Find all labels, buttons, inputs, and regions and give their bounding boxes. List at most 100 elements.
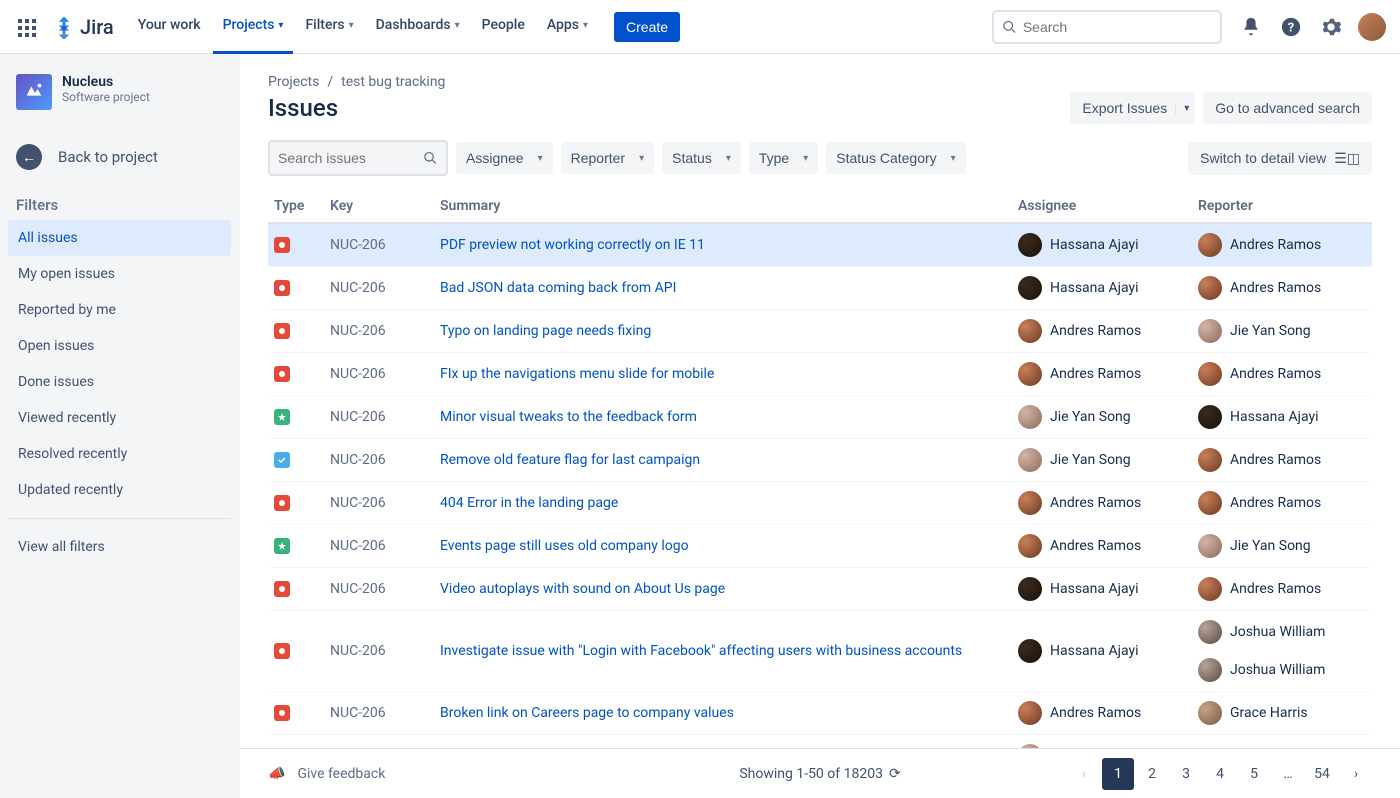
page-1[interactable]: 1 [1102,758,1134,790]
filter-dropdown-status-category[interactable]: Status Category▾ [826,142,965,174]
cell-key[interactable]: NUC-206 [324,735,434,749]
filter-dropdown-status[interactable]: Status▾ [662,142,741,174]
switch-view-button[interactable]: Switch to detail view ☰◫ [1188,142,1372,175]
cell-key[interactable]: NUC-206 [324,396,434,439]
issue-row[interactable]: NUC-206 Video autoplays with sound on Ab… [268,568,1372,611]
issue-row[interactable]: NUC-206 FIx up the navigations menu slid… [268,353,1372,396]
person[interactable]: Hassana Ajayi [1018,577,1186,601]
page-54[interactable]: 54 [1306,758,1338,790]
issue-summary-link[interactable]: Minor visual tweaks to the feedback form [440,409,697,425]
create-button[interactable]: Create [614,12,680,42]
issue-row[interactable]: NUC-206 Investigate issue with "Login wi… [268,611,1372,692]
person[interactable]: Andres Ramos [1198,233,1366,257]
person[interactable]: Grace Harris [1198,701,1366,725]
cell-key[interactable]: NUC-206 [324,439,434,482]
issue-summary-link[interactable]: Broken link on Careers page to company v… [440,705,734,721]
filter-dropdown-assignee[interactable]: Assignee▾ [456,142,553,174]
issue-row[interactable]: NUC-206 404 Error in the landing page An… [268,482,1372,525]
person[interactable]: Andres Ramos [1198,448,1366,472]
issue-summary-link[interactable]: Bad JSON data coming back from API [440,280,676,296]
page-2[interactable]: 2 [1136,758,1168,790]
person[interactable]: Andres Ramos [1018,362,1186,386]
issue-row[interactable]: NUC-206 Typo on landing page needs fixin… [268,310,1372,353]
col-head-key[interactable]: Key [324,190,434,223]
filter-dropdown-type[interactable]: Type▾ [749,142,818,174]
person[interactable]: Andres Ramos [1198,577,1366,601]
cell-key[interactable]: NUC-206 [324,223,434,267]
issue-row[interactable]: NUC-206 Force SSL on any page that conta… [268,735,1372,749]
issue-row[interactable]: NUC-206 Minor visual tweaks to the feedb… [268,396,1372,439]
issue-row[interactable]: NUC-206 PDF preview not working correctl… [268,223,1372,267]
issue-summary-link[interactable]: Typo on landing page needs fixing [440,323,651,339]
issue-summary-link[interactable]: Events page still uses old company logo [440,538,689,554]
person[interactable]: Hassana Ajayi [1018,233,1186,257]
cell-key[interactable]: NUC-206 [324,482,434,525]
give-feedback[interactable]: 📣 Give feedback [268,766,385,782]
cell-key[interactable]: NUC-206 [324,310,434,353]
issue-row[interactable]: NUC-206 Remove old feature flag for last… [268,439,1372,482]
issue-summary-link[interactable]: 404 Error in the landing page [440,495,618,511]
person[interactable]: Hassana Ajayi [1018,276,1186,300]
advanced-search-button[interactable]: Go to advanced search [1203,92,1372,124]
project-header[interactable]: Nucleus Software project [8,74,231,118]
search-issues[interactable] [268,140,448,176]
nav-item-your-work[interactable]: Your work [128,0,211,54]
person[interactable]: Andres Ramos [1198,491,1366,515]
person[interactable]: Jie Yan Song [1198,319,1366,343]
person[interactable]: Andres Ramos [1198,276,1366,300]
person[interactable]: Andres Ramos [1018,534,1186,558]
filter-reported-by-me[interactable]: Reported by me [8,292,231,328]
nav-item-projects[interactable]: Projects▾ [213,0,294,54]
page-next[interactable]: › [1340,758,1372,790]
jira-logo[interactable]: Jira [52,15,114,39]
global-search-input[interactable] [1017,19,1212,35]
issue-row[interactable]: NUC-206 Events page still uses old compa… [268,525,1372,568]
page-4[interactable]: 4 [1204,758,1236,790]
issue-summary-link[interactable]: Investigate issue with "Login with Faceb… [440,643,962,659]
help-icon[interactable]: ? [1278,14,1304,40]
filter-viewed-recently[interactable]: Viewed recently [8,400,231,436]
issue-row[interactable]: NUC-206 Bad JSON data coming back from A… [268,267,1372,310]
person[interactable]: Andres Ramos [1018,319,1186,343]
nav-item-dashboards[interactable]: Dashboards▾ [366,0,470,54]
cell-key[interactable]: NUC-206 [324,267,434,310]
issue-summary-link[interactable]: Video autoplays with sound on About Us p… [440,581,725,597]
person[interactable]: Andres Ramos [1018,491,1186,515]
nav-item-filters[interactable]: Filters▾ [295,0,363,54]
person[interactable]: Joshua William [1198,620,1366,644]
filter-done-issues[interactable]: Done issues [8,364,231,400]
cell-key[interactable]: NUC-206 [324,692,434,735]
nav-item-apps[interactable]: Apps▾ [537,0,598,54]
breadcrumb-projects[interactable]: Projects [268,74,319,90]
person[interactable]: Hassana Ajayi [1018,639,1186,663]
cell-key[interactable]: NUC-206 [324,353,434,396]
global-search[interactable] [992,10,1222,44]
export-issues-button[interactable]: Export Issues ▾ [1070,92,1195,124]
person[interactable]: Andres Ramos [1198,362,1366,386]
breadcrumb-board[interactable]: test bug tracking [341,74,445,90]
filter-updated-recently[interactable]: Updated recently [8,472,231,508]
person[interactable]: Andres Ramos [1018,701,1186,725]
col-head-summary[interactable]: Summary [434,190,1012,223]
nav-item-people[interactable]: People [472,0,535,54]
filter-my-open-issues[interactable]: My open issues [8,256,231,292]
person[interactable]: Jie Yan Song [1018,448,1186,472]
view-all-filters[interactable]: View all filters [8,529,231,565]
page-5[interactable]: 5 [1238,758,1270,790]
person[interactable]: Joshua William [1198,658,1366,682]
page-prev[interactable]: ‹ [1068,758,1100,790]
notifications-icon[interactable] [1238,14,1264,40]
cell-key[interactable]: NUC-206 [324,525,434,568]
filter-all-issues[interactable]: All issues [8,220,231,256]
issue-summary-link[interactable]: PDF preview not working correctly on IE … [440,237,705,253]
person[interactable]: Jie Yan Song [1018,405,1186,429]
filter-resolved-recently[interactable]: Resolved recently [8,436,231,472]
search-issues-input[interactable] [278,150,423,166]
cell-key[interactable]: NUC-206 [324,568,434,611]
refresh-icon[interactable]: ⟳ [889,766,901,782]
person[interactable]: Hassana Ajayi [1198,405,1366,429]
issue-row[interactable]: NUC-206 Broken link on Careers page to c… [268,692,1372,735]
col-head-type[interactable]: Type [268,190,324,223]
user-avatar[interactable] [1358,13,1386,41]
back-to-project[interactable]: ← Back to project [8,134,231,180]
